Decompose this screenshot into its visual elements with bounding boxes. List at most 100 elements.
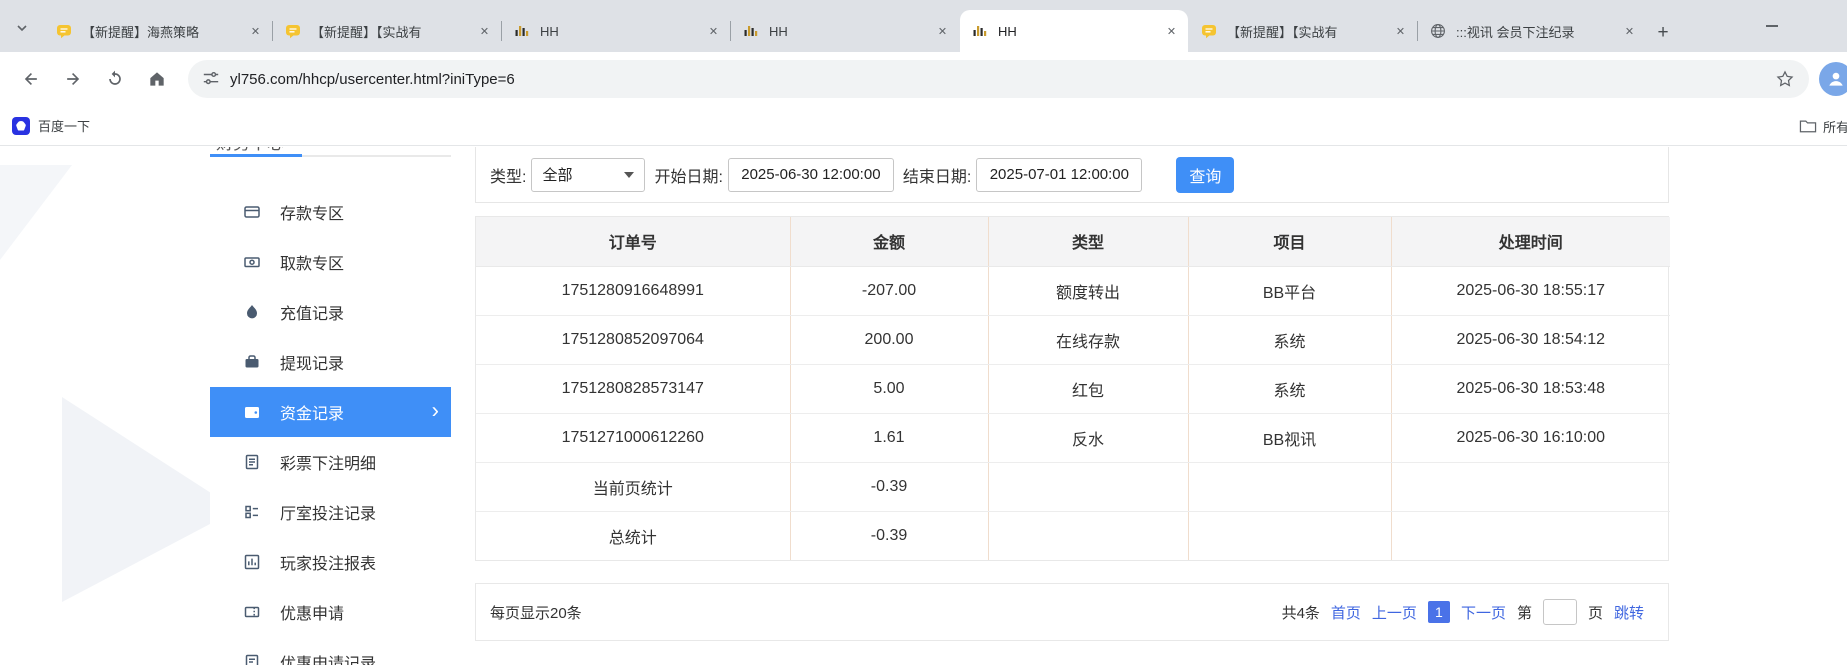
table-cell bbox=[1391, 462, 1670, 511]
reload-button[interactable] bbox=[97, 61, 133, 97]
sidebar-item-deposit-zone[interactable]: 存款专区 bbox=[210, 187, 451, 237]
table-cell: 系统 bbox=[1188, 315, 1391, 364]
tab-title: :::视讯 会员下注纪录 bbox=[1456, 22, 1615, 41]
wave-favicon-icon bbox=[972, 23, 988, 39]
bookmark-star-icon[interactable] bbox=[1775, 69, 1795, 89]
table-cell: BB视讯 bbox=[1188, 413, 1391, 462]
search-button[interactable]: 查询 bbox=[1176, 157, 1234, 193]
start-date-input[interactable] bbox=[728, 158, 894, 192]
all-bookmarks-button[interactable]: 所有书签 bbox=[1799, 106, 1847, 146]
table-header-row: 订单号金额类型项目处理时间 bbox=[476, 217, 1670, 266]
type-select[interactable]: 全部 bbox=[531, 158, 645, 192]
first-page-link[interactable]: 首页 bbox=[1331, 602, 1361, 623]
jump-prefix-label: 第 bbox=[1517, 602, 1532, 623]
column-header: 订单号 bbox=[476, 217, 790, 266]
table-cell: 红包 bbox=[988, 364, 1188, 413]
sidebar-item-withdraw-zone[interactable]: 取款专区 bbox=[210, 237, 451, 287]
window-minimize-button[interactable] bbox=[1757, 14, 1787, 38]
sidebar-active-underline bbox=[210, 154, 302, 157]
type-select-value: 全部 bbox=[542, 164, 572, 185]
table-cell: 总统计 bbox=[476, 511, 790, 560]
table-row: 总统计-0.39 bbox=[476, 511, 1670, 560]
chat-favicon-icon bbox=[1201, 23, 1217, 39]
forward-button[interactable] bbox=[55, 61, 91, 97]
sidebar-item-promo-apply[interactable]: 优惠申请 bbox=[210, 587, 451, 637]
table-cell: 当前页统计 bbox=[476, 462, 790, 511]
records-table-container: 订单号金额类型项目处理时间 1751280916648991-207.00额度转… bbox=[475, 216, 1669, 561]
sidebar-item-funds-record[interactable]: 资金记录› bbox=[210, 387, 451, 437]
table-cell: 2025-06-30 18:55:17 bbox=[1391, 266, 1670, 315]
back-button[interactable] bbox=[13, 61, 49, 97]
jump-button[interactable]: 跳转 bbox=[1614, 602, 1644, 623]
sidebar-item-player-bet-report[interactable]: 玩家投注报表 bbox=[210, 537, 451, 587]
browser-window: 【新提醒】海燕策略✕【新提醒】【实战有✕HH✕HH✕HH✕【新提醒】【实战有✕:… bbox=[0, 0, 1847, 665]
promo-icon bbox=[242, 602, 262, 622]
sidebar-item-promo-apply-record[interactable]: 优惠申请记录 bbox=[210, 637, 451, 665]
browser-tab-4[interactable]: HH ✕ bbox=[731, 10, 959, 52]
page-jump-input[interactable] bbox=[1543, 599, 1577, 625]
column-header: 项目 bbox=[1188, 217, 1391, 266]
end-date-input[interactable] bbox=[976, 158, 1142, 192]
navigation-bar: yl756.com/hhcp/usercenter.html?iniType=6 bbox=[0, 52, 1847, 106]
bookmark-baidu[interactable]: 百度一下 bbox=[12, 116, 90, 135]
tab-close-icon[interactable]: ✕ bbox=[476, 23, 493, 40]
browser-tab-7[interactable]: :::视讯 会员下注纪录 ✕ bbox=[1418, 10, 1646, 52]
table-cell: -0.39 bbox=[790, 511, 988, 560]
report-icon bbox=[242, 552, 262, 572]
browser-tab-1[interactable]: 【新提醒】海燕策略 ✕ bbox=[44, 10, 272, 52]
sidebar-item-recharge-record[interactable]: 充值记录 bbox=[210, 287, 451, 337]
sidebar-item-label: 彩票下注明细 bbox=[280, 450, 376, 474]
tab-search-chevron-icon[interactable] bbox=[10, 16, 34, 40]
site-settings-icon[interactable] bbox=[202, 70, 220, 88]
sidebar-item-label: 充值记录 bbox=[280, 300, 344, 324]
tab-close-icon[interactable]: ✕ bbox=[705, 23, 722, 40]
tab-close-icon[interactable]: ✕ bbox=[934, 23, 951, 40]
browser-tab-6[interactable]: 【新提醒】【实战有 ✕ bbox=[1189, 10, 1417, 52]
table-row: 17512808285731475.00红包系统2025-06-30 18:53… bbox=[476, 364, 1670, 413]
bookmarks-bar: 百度一下 所有书签 bbox=[0, 106, 1847, 146]
table-cell bbox=[988, 462, 1188, 511]
browser-tab-2[interactable]: 【新提醒】【实战有✕ bbox=[273, 10, 501, 52]
column-header: 金额 bbox=[790, 217, 988, 266]
next-page-link[interactable]: 下一页 bbox=[1461, 602, 1506, 623]
home-button[interactable] bbox=[139, 61, 175, 97]
jump-suffix-label: 页 bbox=[1588, 602, 1603, 623]
sidebar-item-cashout-record[interactable]: 提现记录 bbox=[210, 337, 451, 387]
table-cell: BB平台 bbox=[1188, 266, 1391, 315]
address-bar[interactable]: yl756.com/hhcp/usercenter.html?iniType=6 bbox=[188, 60, 1809, 98]
current-page-badge: 1 bbox=[1428, 601, 1450, 623]
profile-avatar[interactable] bbox=[1819, 62, 1847, 96]
new-tab-button[interactable]: + bbox=[1650, 20, 1676, 46]
table-cell: 1.61 bbox=[790, 413, 988, 462]
browser-tab-3[interactable]: HH✕ bbox=[502, 10, 730, 52]
column-header: 类型 bbox=[988, 217, 1188, 266]
tab-title: 【新提醒】【实战有 bbox=[1227, 22, 1386, 41]
table-row: 1751280852097064200.00在线存款系统2025-06-30 1… bbox=[476, 315, 1670, 364]
sidebar-item-label: 资金记录 bbox=[280, 400, 344, 424]
tab-close-icon[interactable]: ✕ bbox=[1621, 23, 1638, 40]
sidebar-divider bbox=[210, 155, 451, 157]
sidebar-item-lottery-bet-detail[interactable]: 彩票下注明细 bbox=[210, 437, 451, 487]
sidebar-item-room-bet-record[interactable]: 厅室投注记录 bbox=[210, 487, 451, 537]
browser-tab-5-active[interactable]: HH✕ bbox=[960, 10, 1188, 52]
room-icon bbox=[242, 502, 262, 522]
table-cell: 1751280916648991 bbox=[476, 266, 790, 315]
globe-favicon-icon bbox=[1430, 23, 1446, 39]
table-cell: 5.00 bbox=[790, 364, 988, 413]
wave-favicon-icon bbox=[514, 23, 530, 39]
prev-page-link[interactable]: 上一页 bbox=[1372, 602, 1417, 623]
tab-strip: 【新提醒】海燕策略✕【新提醒】【实战有✕HH✕HH✕HH✕【新提醒】【实战有✕:… bbox=[0, 0, 1847, 52]
bookmark-label: 百度一下 bbox=[38, 116, 90, 135]
url-text: yl756.com/hhcp/usercenter.html?iniType=6 bbox=[230, 71, 515, 88]
tab-close-icon[interactable]: ✕ bbox=[1392, 23, 1409, 40]
tab-title: HH bbox=[769, 24, 928, 39]
page-size-text: 每页显示20条 bbox=[490, 602, 582, 623]
tab-close-icon[interactable]: ✕ bbox=[1163, 23, 1180, 40]
records-table: 订单号金额类型项目处理时间 1751280916648991-207.00额度转… bbox=[476, 217, 1670, 560]
table-cell: 2025-06-30 18:54:12 bbox=[1391, 315, 1670, 364]
sidebar-item-label: 玩家投注报表 bbox=[280, 550, 376, 574]
tab-close-icon[interactable]: ✕ bbox=[247, 23, 264, 40]
tab-title: 【新提醒】海燕策略 bbox=[82, 22, 241, 41]
chat-favicon-icon bbox=[285, 23, 301, 39]
recharge-icon bbox=[242, 302, 262, 322]
